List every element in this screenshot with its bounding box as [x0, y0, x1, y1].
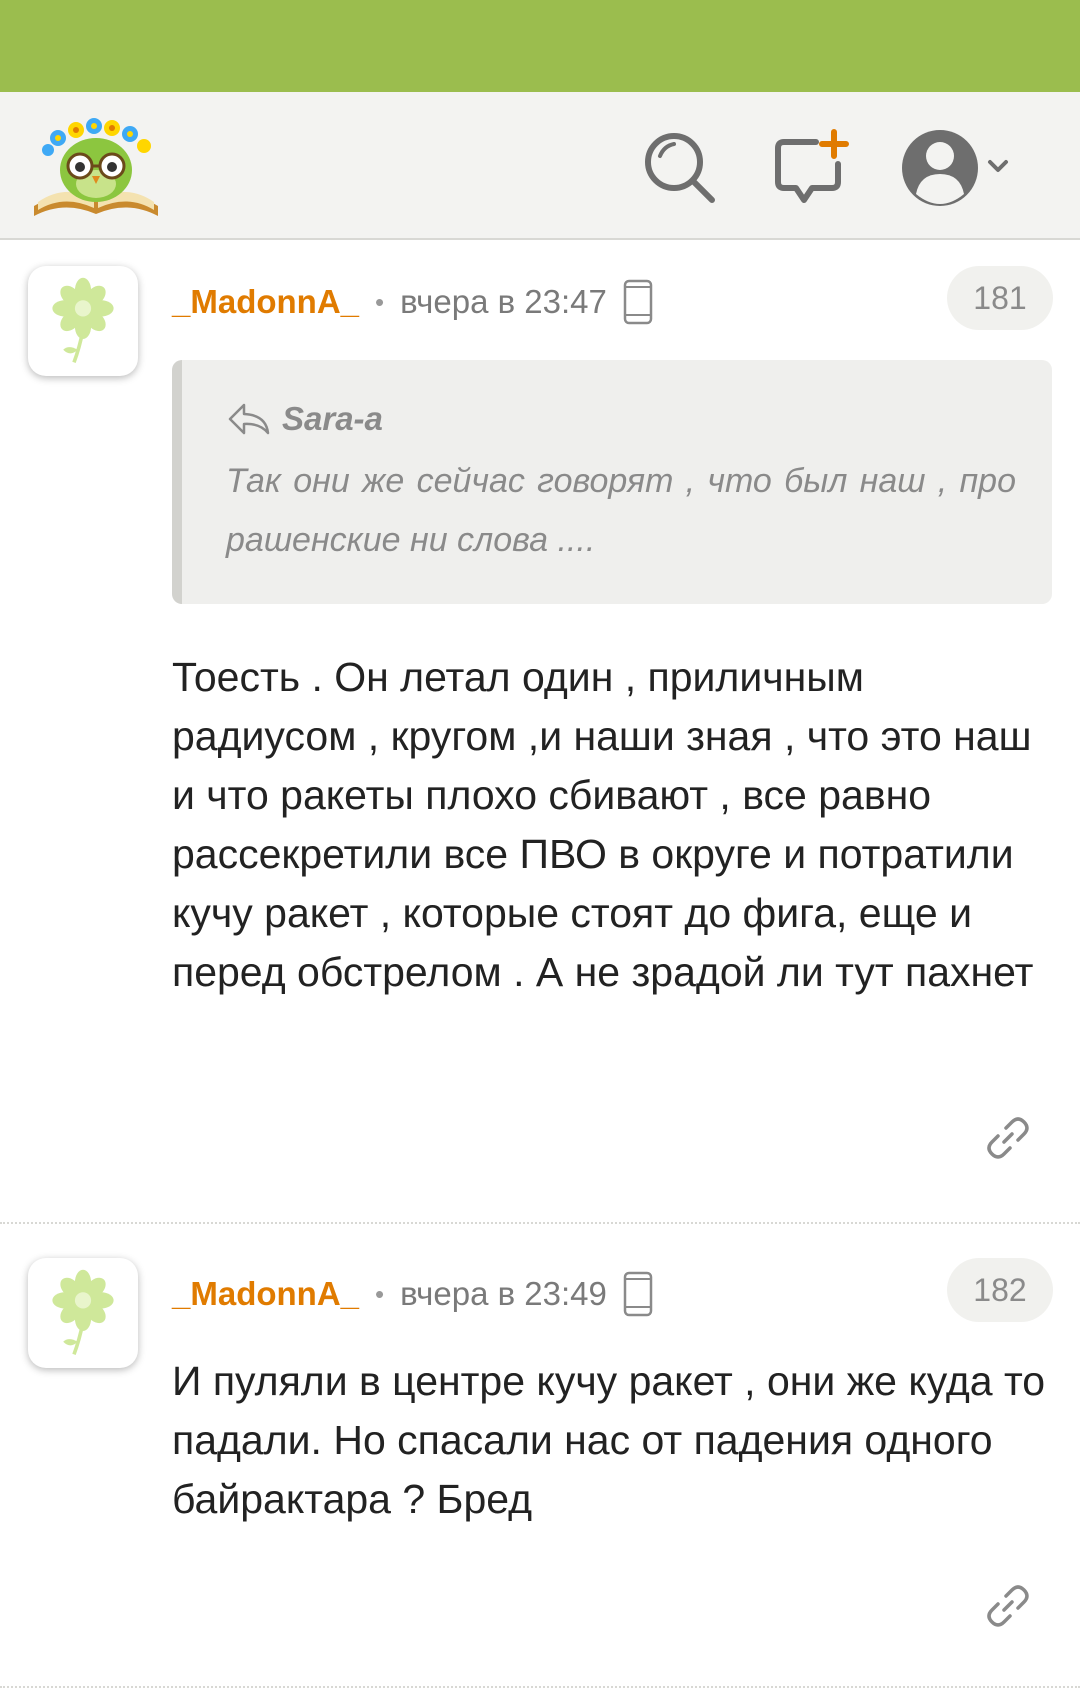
chevron-down-icon	[988, 160, 1008, 172]
quote-text: Так они же сейчас говорят , что был наш …	[226, 462, 1016, 559]
app-header	[0, 92, 1080, 240]
comment-link-button[interactable]	[984, 1582, 1032, 1630]
mobile-phone-icon	[623, 1271, 653, 1317]
comment-meta: _MadonnA_ • вчера в 23:47	[172, 279, 653, 325]
daisy-avatar-icon	[52, 277, 114, 364]
status-bar	[0, 0, 1080, 92]
avatar[interactable]	[28, 266, 138, 376]
quote-author-link[interactable]: Sara-a	[226, 394, 383, 444]
daisy-avatar-icon	[52, 1269, 114, 1356]
new-post-button[interactable]	[772, 128, 852, 208]
comment-divider	[0, 1222, 1080, 1224]
owl-reading-book-logo	[34, 118, 158, 216]
mobile-phone-icon	[623, 279, 653, 325]
comment-author[interactable]: _MadonnA_	[172, 283, 359, 321]
link-icon	[987, 1585, 1029, 1627]
link-icon	[987, 1117, 1029, 1159]
user-menu-button[interactable]	[900, 122, 1010, 214]
avatar[interactable]	[28, 1258, 138, 1368]
meta-separator: •	[375, 286, 385, 317]
comment-divider	[0, 1686, 1080, 1688]
quote-author-name: Sara-a	[282, 400, 383, 437]
new-post-icon	[775, 129, 849, 203]
quoted-comment: Sara-a Так они же сейчас говорят , что б…	[172, 360, 1052, 604]
comment-number-badge[interactable]: 181	[947, 266, 1053, 330]
reply-arrow-icon	[228, 403, 270, 435]
comment-time: вчера в 23:49	[400, 1275, 607, 1312]
comment-author[interactable]: _MadonnA_	[172, 1275, 359, 1313]
site-logo[interactable]	[28, 110, 164, 222]
comment-time: вчера в 23:47	[400, 283, 607, 320]
meta-separator: •	[375, 1278, 385, 1309]
comment-text: И пуляли в центре кучу ракет , они же ку…	[172, 1358, 1046, 1522]
comment-text: Тоесть . Он летал один , приличным радиу…	[172, 654, 1034, 995]
comment-meta: _MadonnA_ • вчера в 23:49	[172, 1271, 653, 1317]
search-button[interactable]	[640, 128, 720, 208]
comment-link-button[interactable]	[984, 1114, 1032, 1162]
search-icon	[645, 133, 715, 203]
user-avatar-icon	[902, 130, 1008, 206]
comment-number-badge[interactable]: 182	[947, 1258, 1053, 1322]
